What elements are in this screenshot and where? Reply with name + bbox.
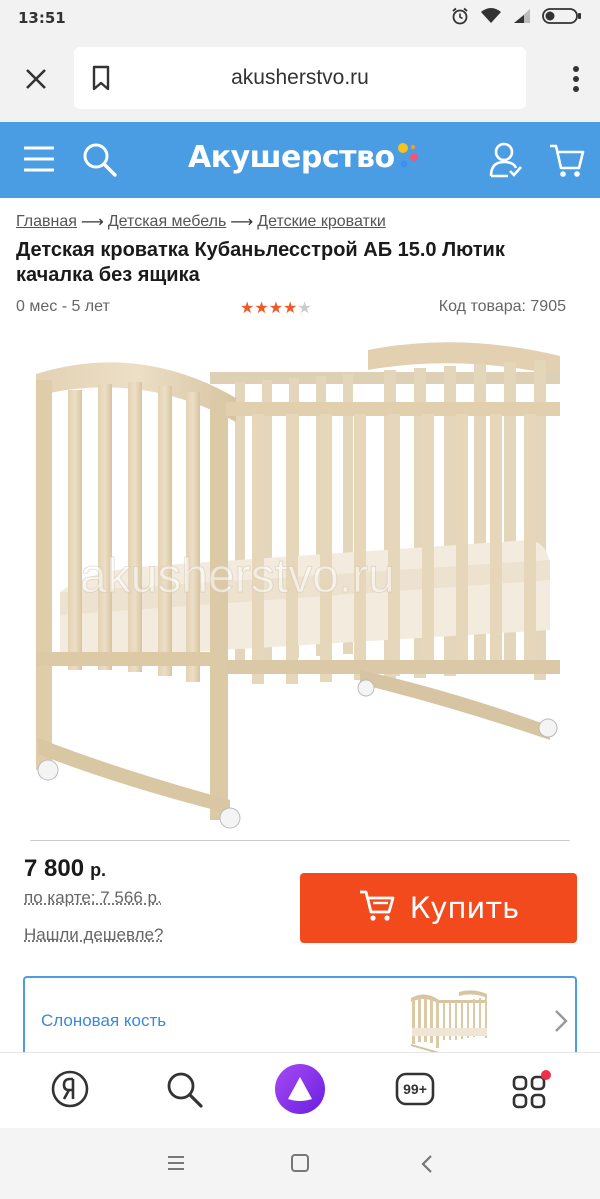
found-cheaper-link[interactable]: Нашли дешевле? <box>24 925 163 945</box>
signal-icon <box>512 7 532 30</box>
rating-stars[interactable]: ★★★★★ <box>240 298 312 318</box>
age-range: 0 мес - 5 лет <box>16 298 110 315</box>
url-text[interactable]: akusherstvo.ru <box>128 66 526 90</box>
buy-button[interactable]: Купить <box>300 873 577 943</box>
product-title: Детская кроватка Кубаньлесстрой АБ 15.0 … <box>16 239 505 286</box>
card-price-link[interactable]: по карте: 7 566 р. <box>24 888 162 908</box>
search-icon[interactable] <box>164 1069 204 1109</box>
system-nav-bar <box>0 1128 600 1199</box>
star-empty-icon: ★ <box>297 300 312 317</box>
divider <box>30 840 570 841</box>
battery-icon <box>542 7 582 30</box>
logo-dots-icon <box>396 142 422 172</box>
yandex-icon[interactable] <box>50 1069 90 1109</box>
star-icon: ★ <box>240 300 255 317</box>
back-icon[interactable] <box>420 1154 434 1179</box>
cart-icon <box>358 888 396 929</box>
home-icon[interactable] <box>290 1154 310 1177</box>
chevron-right-icon <box>553 1008 569 1039</box>
address-bar[interactable]: akusherstvo.ru <box>74 47 526 109</box>
price-currency: р. <box>90 860 107 880</box>
bookmark-icon[interactable] <box>74 65 128 91</box>
product-code: Код товара: 7905 <box>438 298 566 315</box>
browser-bottom-nav: 99+ <box>0 1052 600 1128</box>
tabs-icon[interactable]: 99+ <box>394 1069 438 1109</box>
star-icon: ★ <box>254 300 269 317</box>
breadcrumb-separator: ⟶ <box>230 214 254 231</box>
user-icon[interactable] <box>488 140 524 185</box>
alice-icon[interactable] <box>274 1063 326 1115</box>
product-image[interactable]: akusherstvo.ru <box>30 330 570 830</box>
image-watermark: akusherstvo.ru <box>80 550 395 603</box>
tabs-count: 99+ <box>403 1081 427 1097</box>
breadcrumb: Главная ⟶ Детская мебель ⟶ Детские крова… <box>16 212 386 232</box>
recent-apps-icon[interactable] <box>166 1154 186 1177</box>
site-header: Акушерство <box>0 122 600 198</box>
breadcrumb-cribs[interactable]: Детские кроватки <box>257 213 386 231</box>
menu-icon[interactable] <box>22 144 56 179</box>
breadcrumb-furniture[interactable]: Детская мебель <box>108 213 226 231</box>
alarm-icon <box>450 6 470 31</box>
more-vert-icon[interactable] <box>572 66 580 97</box>
status-icons <box>450 6 582 31</box>
buy-button-label: Купить <box>409 891 520 925</box>
breadcrumb-home[interactable]: Главная <box>16 213 77 231</box>
variant-name: Слоновая кость <box>41 1011 167 1030</box>
product-meta: 0 мес - 5 лет ★★★★★ Код товара: 7905 <box>16 298 566 320</box>
search-icon[interactable] <box>82 142 118 183</box>
wifi-icon <box>480 7 502 30</box>
price-value: 7 800 <box>24 855 85 882</box>
status-time: 13:51 <box>18 9 66 27</box>
breadcrumb-separator: ⟶ <box>80 214 104 231</box>
variant-thumbnail <box>409 986 489 1054</box>
price: 7 800 р. <box>24 855 106 883</box>
site-logo[interactable]: Акушерство <box>188 140 395 175</box>
status-bar: 13:51 <box>0 0 600 36</box>
cart-icon[interactable] <box>548 140 586 185</box>
star-icon: ★ <box>283 300 298 317</box>
close-icon[interactable] <box>0 36 72 122</box>
star-icon: ★ <box>268 300 284 317</box>
apps-icon[interactable] <box>510 1069 556 1109</box>
browser-bar: akusherstvo.ru <box>0 36 600 122</box>
